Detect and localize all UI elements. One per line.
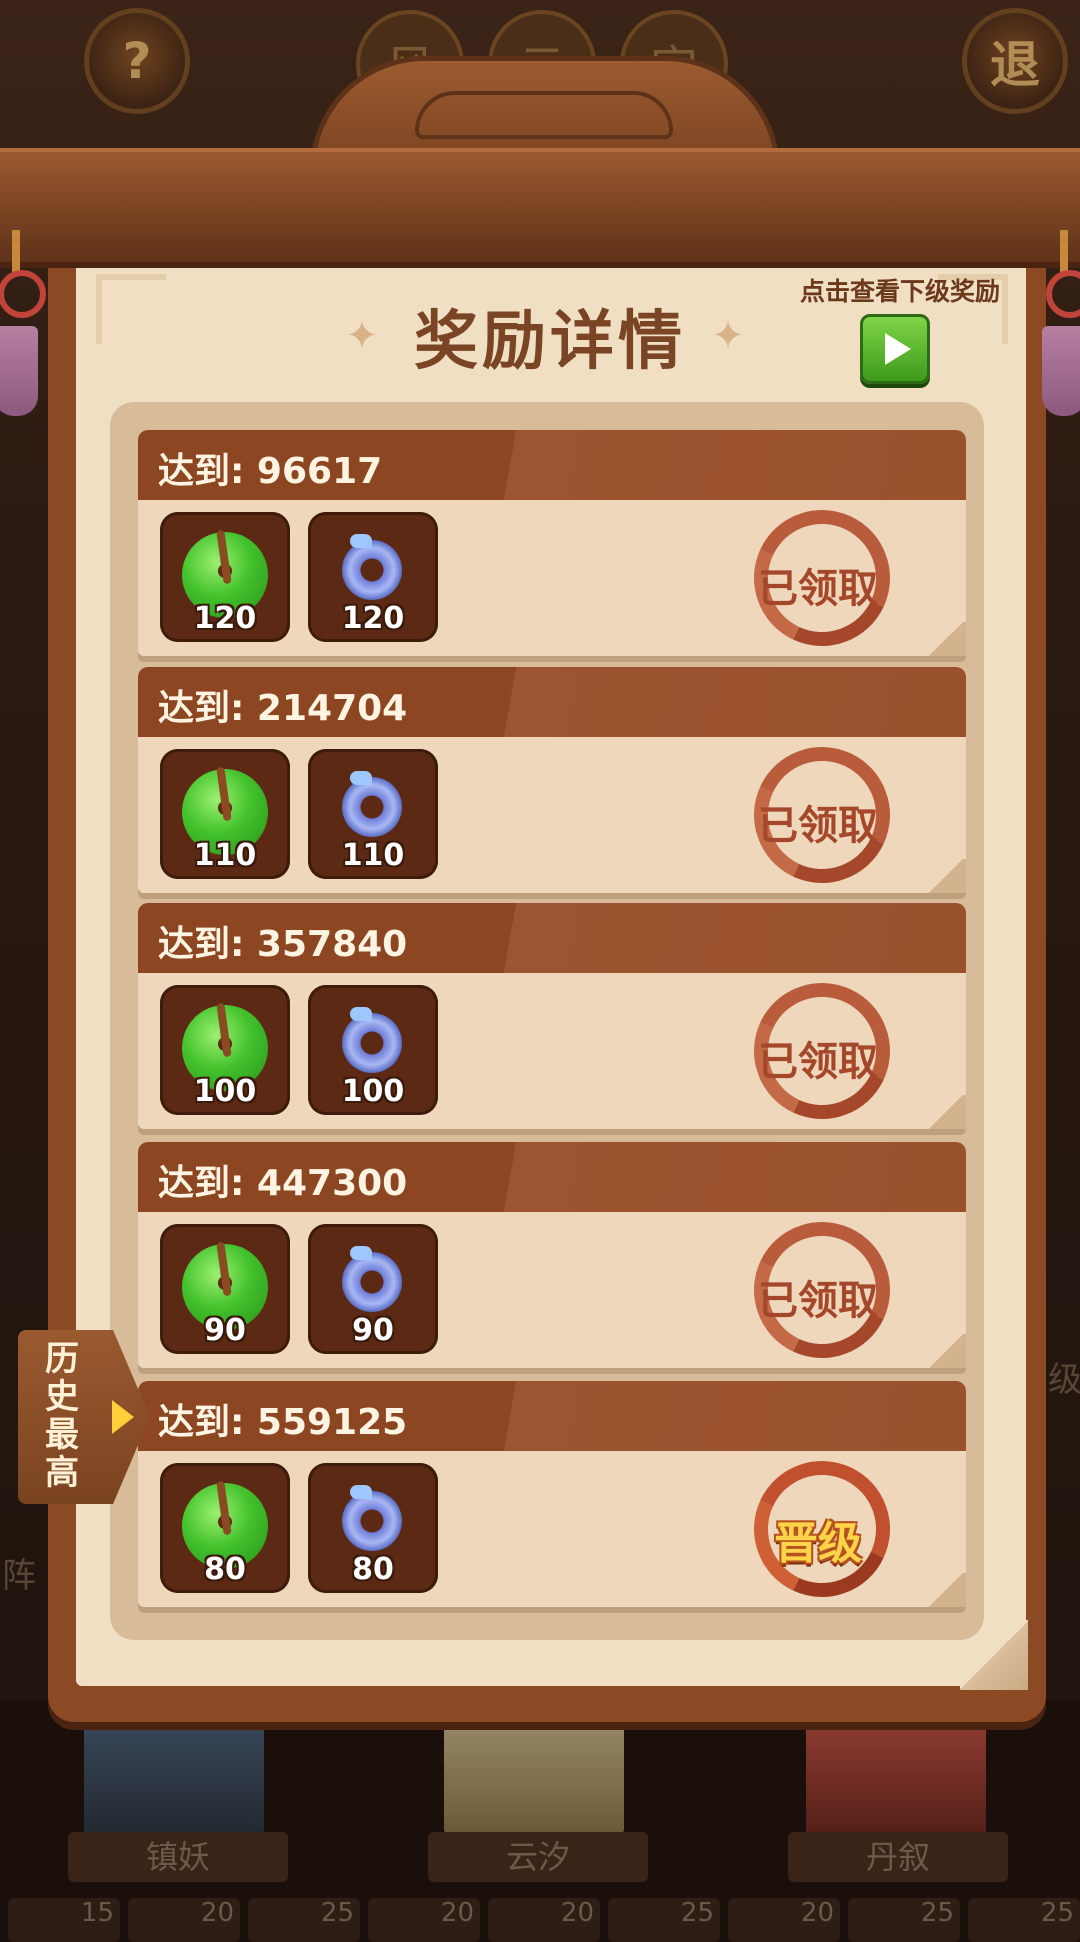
help-icon: ? <box>122 32 152 90</box>
level-badge: 25 <box>968 1898 1080 1942</box>
item-quantity: 90 <box>352 1313 394 1348</box>
reward-item-ring[interactable]: 90 <box>308 1224 438 1354</box>
item-quantity: 80 <box>204 1552 246 1587</box>
blue-jade-ring-icon <box>342 540 402 600</box>
reward-row: 达到: 214704 110 110 已领取 <box>138 667 966 903</box>
threshold-label: 达到: 357840 <box>158 924 408 965</box>
exit-label: 退 <box>990 36 1040 94</box>
blue-jade-ring-icon <box>342 1491 402 1551</box>
level-badge: 15 <box>8 1898 120 1942</box>
level-badge: 20 <box>128 1898 240 1942</box>
character-name-1: 镇妖 <box>68 1832 288 1882</box>
item-quantity: 120 <box>341 601 405 636</box>
reward-row: 达到: 96617 120 120 已领取 <box>138 430 966 666</box>
level-badge: 20 <box>368 1898 480 1942</box>
threshold-label: 达到: 559125 <box>158 1402 408 1443</box>
reward-item-ring[interactable]: 120 <box>308 512 438 642</box>
character-card-3[interactable] <box>806 1725 986 1835</box>
item-quantity: 100 <box>341 1074 405 1109</box>
blue-jade-ring-icon <box>342 1013 402 1073</box>
reward-item-ring[interactable]: 100 <box>308 985 438 1115</box>
level-badge: 20 <box>488 1898 600 1942</box>
level-badge: 20 <box>728 1898 840 1942</box>
claimed-status: 已领取 <box>758 566 878 612</box>
reward-item-jade[interactable]: 110 <box>160 749 290 879</box>
blue-jade-ring-icon <box>342 777 402 837</box>
bg-fragment-right: 级 <box>1048 1360 1080 1400</box>
help-button[interactable]: ? <box>84 8 190 114</box>
reward-item-ring[interactable]: 80 <box>308 1463 438 1593</box>
item-quantity: 100 <box>193 1074 257 1109</box>
character-name-2: 云汐 <box>428 1832 648 1882</box>
item-quantity: 80 <box>352 1552 394 1587</box>
item-quantity: 110 <box>341 838 405 873</box>
scroll-rod <box>0 148 1080 268</box>
claimed-status: 已领取 <box>758 1039 878 1085</box>
claimed-status: 已领取 <box>758 1278 878 1324</box>
threshold-label: 达到: 96617 <box>158 451 383 492</box>
item-quantity: 120 <box>193 601 257 636</box>
blue-jade-ring-icon <box>342 1252 402 1312</box>
reward-item-jade[interactable]: 100 <box>160 985 290 1115</box>
reward-row: 达到: 357840 100 100 已领取 <box>138 903 966 1139</box>
arrow-right-icon <box>112 1400 134 1434</box>
character-card-1[interactable] <box>84 1725 264 1835</box>
reward-item-ring[interactable]: 110 <box>308 749 438 879</box>
reward-item-jade[interactable]: 80 <box>160 1463 290 1593</box>
level-badge: 25 <box>848 1898 960 1942</box>
history-best-label: 历史最高 <box>45 1339 79 1493</box>
reward-item-jade[interactable]: 120 <box>160 512 290 642</box>
reward-row: 达到: 447300 90 90 已领取 <box>138 1142 966 1378</box>
threshold-label: 达到: 447300 <box>158 1163 408 1204</box>
item-quantity: 110 <box>193 838 257 873</box>
promote-status: 晋级 <box>774 1518 862 1569</box>
reward-row-current: 达到: 559125 80 80 晋级 <box>138 1381 966 1617</box>
exit-button[interactable]: 退 <box>962 8 1068 114</box>
level-row: 15 20 25 20 20 25 20 25 25 <box>0 1898 1080 1942</box>
level-badge: 25 <box>248 1898 360 1942</box>
level-badge: 25 <box>608 1898 720 1942</box>
item-quantity: 90 <box>204 1313 246 1348</box>
claimed-status: 已领取 <box>758 803 878 849</box>
reward-item-jade[interactable]: 90 <box>160 1224 290 1354</box>
crown-ornament <box>415 91 673 139</box>
character-name-3: 丹叙 <box>788 1832 1008 1882</box>
character-card-2[interactable] <box>444 1725 624 1835</box>
next-reward-hint: 点击查看下级奖励 <box>799 277 1000 306</box>
bg-fragment-left: 阵 <box>2 1556 36 1596</box>
threshold-label: 达到: 214704 <box>158 688 408 729</box>
next-reward-button[interactable] <box>860 314 930 384</box>
play-icon <box>885 333 911 365</box>
